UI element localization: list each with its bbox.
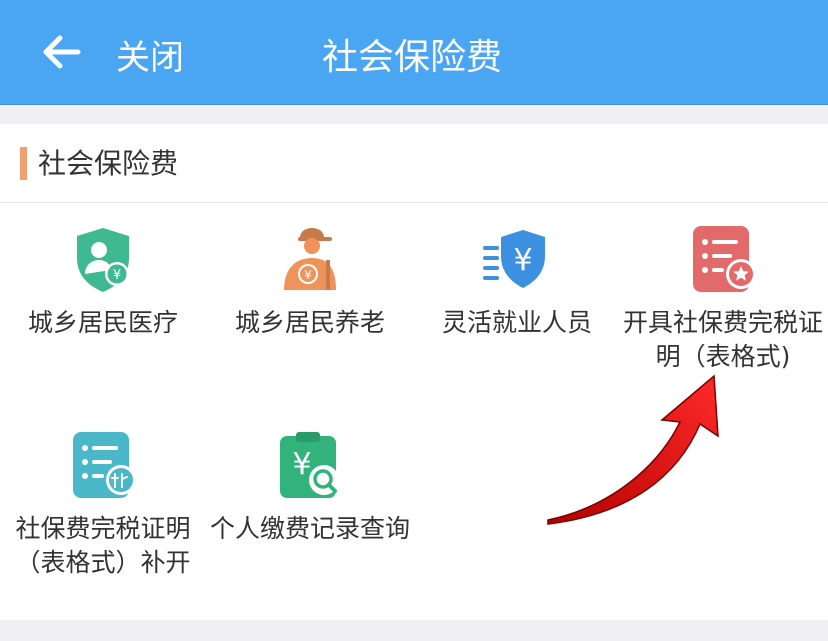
- elderly-person-yuan-icon: ¥: [284, 228, 336, 290]
- service-tile-rural-pension[interactable]: ¥ 城乡居民养老: [207, 224, 413, 340]
- section-accent-bar: [20, 147, 27, 180]
- shield-yuan-icon: ¥: [483, 230, 545, 288]
- svg-text:¥: ¥: [304, 268, 312, 282]
- document-supplement-icon: [73, 432, 136, 498]
- document-star-icon: [693, 226, 756, 292]
- service-tile-issue-tax-certificate[interactable]: 开具社保费完税证明（表格式): [620, 224, 826, 374]
- svg-text:¥: ¥: [292, 447, 311, 482]
- service-label: 城乡居民养老: [234, 308, 385, 337]
- service-label: 开具社保费完税证明（表格式): [622, 308, 823, 371]
- service-tile-rural-medical[interactable]: ¥ 城乡居民医疗: [0, 224, 206, 340]
- service-label: 社保费完税证明（表格式）补开: [15, 514, 191, 577]
- shield-person-yuan-icon: ¥: [77, 228, 129, 292]
- bottom-divider: [0, 620, 828, 641]
- top-bar: 关闭 社会保险费: [0, 0, 828, 105]
- services-card: 社会保险费 ¥ 城乡居民医疗 ¥ 城乡居民养老 ¥ 灵活就业人员 开具社保费完税…: [0, 124, 828, 620]
- svg-text:¥: ¥: [513, 243, 532, 278]
- service-tile-flexible-employment[interactable]: ¥ 灵活就业人员: [414, 224, 620, 340]
- page-title: 社会保险费: [321, 37, 502, 78]
- service-label: 城乡居民医疗: [27, 308, 178, 337]
- clipboard-yuan-search-icon: ¥: [280, 432, 339, 498]
- service-tile-payment-record-query[interactable]: ¥ 个人缴费记录查询: [207, 430, 413, 546]
- service-label: 灵活就业人员: [441, 308, 592, 337]
- section-title: 社会保险费: [38, 147, 179, 180]
- service-label: 个人缴费记录查询: [209, 514, 410, 543]
- svg-text:¥: ¥: [113, 268, 121, 283]
- section-header: 社会保险费: [0, 124, 828, 203]
- service-tile-reissue-tax-certificate[interactable]: 社保费完税证明（表格式）补开: [0, 430, 206, 580]
